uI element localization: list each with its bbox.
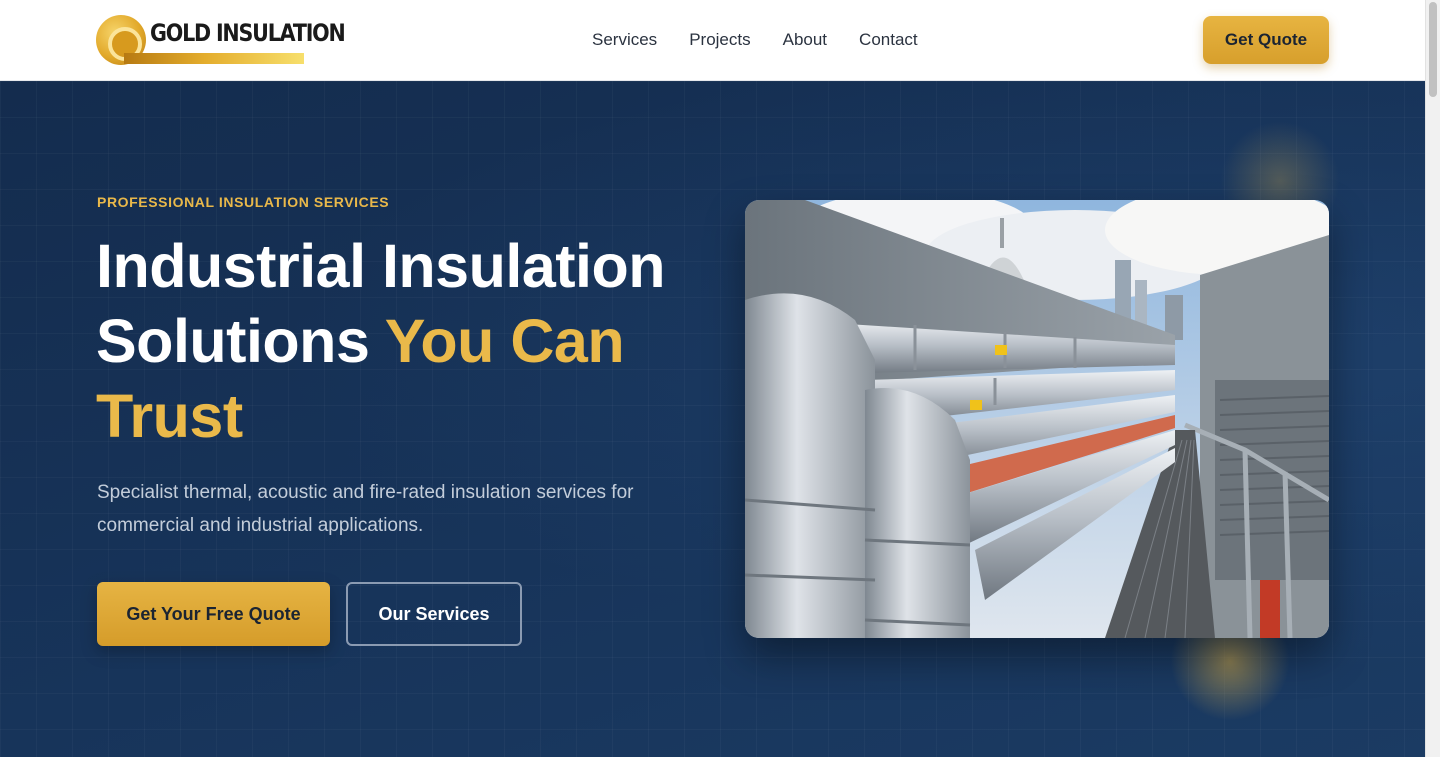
hero-subtitle: Specialist thermal, acoustic and fire-ra… [97,482,634,536]
hero-title-line-2: Solutions [96,307,385,375]
our-services-button[interactable]: Our Services [346,582,522,646]
scrollbar-thumb[interactable] [1429,2,1437,97]
hero-title-accent-1: You Can [384,307,625,375]
nav-link-contact[interactable]: Contact [859,29,918,51]
nav-link-projects[interactable]: Projects [689,29,750,51]
nav-link-about[interactable]: About [783,29,827,51]
hero-title: Industrial Insulation Solutions You Can … [96,229,716,454]
hero-title-line-1: Industrial Insulation [96,232,666,300]
nav-link-services[interactable]: Services [592,29,657,51]
site-header: GOLD INSULATION Services Projects About … [0,0,1425,81]
main-nav: Services Projects About Contact [592,29,918,51]
hero-eyebrow: PROFESSIONAL INSULATION SERVICES [97,194,390,210]
insulated-pipework-image [745,200,1329,638]
logo-underline-bar [124,53,304,64]
free-quote-button[interactable]: Get Your Free Quote [97,582,330,646]
logo-wordmark: GOLD INSULATION [150,19,346,47]
gold-insulation-logo[interactable]: GOLD INSULATION [96,15,346,65]
hero-section: PROFESSIONAL INSULATION SERVICES Industr… [0,81,1425,757]
hero-title-accent-2: Trust [96,382,243,450]
page-scrollbar[interactable] [1425,0,1440,757]
pipework-photo-icon [745,200,1329,638]
get-quote-button[interactable]: Get Quote [1203,16,1329,64]
